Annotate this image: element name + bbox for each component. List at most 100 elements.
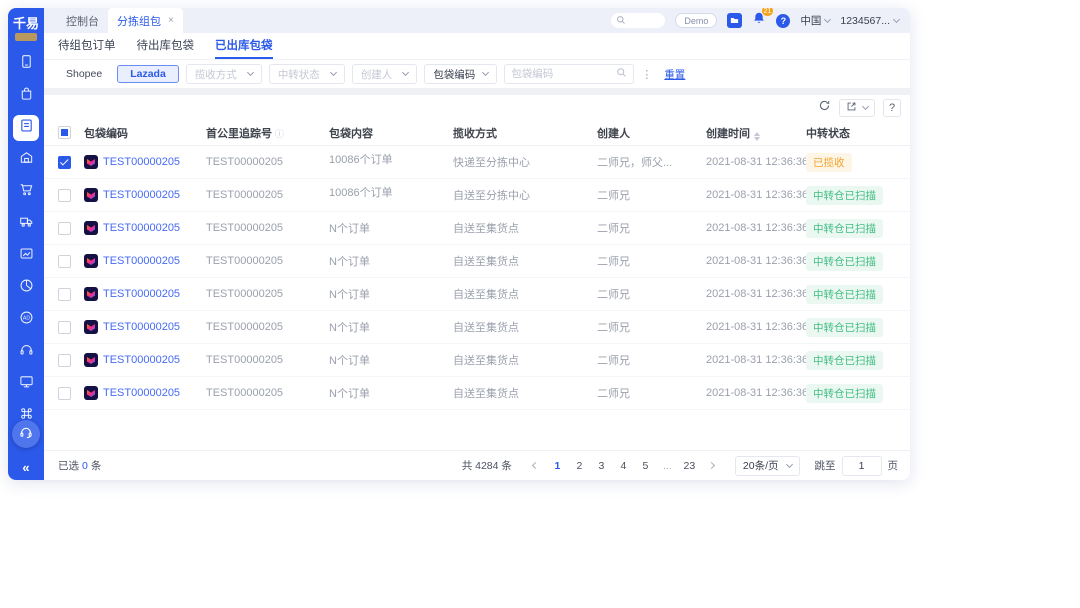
sidebar-item-label[interactable] [13, 243, 39, 269]
table-row[interactable]: TEST00000205 TEST00000205 10086个订单 自送至分拣… [44, 179, 910, 212]
table-row[interactable]: TEST00000205 TEST00000205 N个订单 自送至集货点 二师… [44, 377, 910, 410]
sort-icon[interactable] [754, 131, 760, 141]
row-checkbox[interactable] [58, 353, 71, 367]
sidebar-item-logistics[interactable] [13, 211, 39, 237]
bag-code-link[interactable]: TEST00000205 [103, 189, 180, 201]
bag-code-search-input[interactable] [511, 68, 613, 80]
tab-console[interactable]: 控制台 [57, 8, 108, 33]
account-menu[interactable]: 1234567... [840, 15, 901, 27]
pagination-next[interactable] [703, 457, 720, 475]
search-icon[interactable] [616, 65, 627, 83]
search-type-select[interactable]: 包袋编码 [424, 64, 498, 84]
platform-filter-shopee[interactable]: Shopee [58, 65, 110, 83]
transit-status-select[interactable]: 中转状态 [268, 64, 345, 84]
page-button[interactable]: 3 [593, 457, 610, 475]
row-checkbox[interactable] [58, 188, 71, 202]
table-row[interactable]: TEST00000205 TEST00000205 N个订单 自送至集货点 二师… [44, 245, 910, 278]
subtab-pending-pack-orders[interactable]: 待组包订单 [58, 33, 116, 59]
notifications-button[interactable]: 21 [752, 8, 774, 30]
sidebar-item-orders[interactable] [13, 115, 39, 141]
export-button[interactable] [839, 98, 875, 117]
col-time[interactable]: 创建时间 [706, 125, 806, 141]
tracking-number: TEST00000205 [206, 321, 284, 333]
pickup-method: 自送至集货点 [453, 322, 519, 334]
table-row[interactable]: TEST00000205 TEST00000205 N个订单 自送至集货点 二师… [44, 212, 910, 245]
help-button[interactable]: ? [776, 13, 791, 28]
tab-sorting-pack[interactable]: 分拣组包 × [108, 8, 183, 33]
sidebar-item-device[interactable] [13, 51, 39, 77]
page-button[interactable]: 5 [637, 457, 654, 475]
jump-page-input[interactable] [841, 455, 882, 476]
row-checkbox[interactable] [58, 287, 71, 301]
sidebar-collapse-button[interactable]: « [22, 460, 29, 475]
table-toolbar: ? [44, 95, 910, 120]
table-help-button[interactable]: ? [883, 98, 901, 117]
close-icon[interactable]: × [168, 15, 174, 26]
jump-label: 跳至 [814, 460, 836, 472]
row-checkbox[interactable] [58, 155, 71, 169]
bag-content: N个订单 [329, 289, 370, 301]
sidebar-item-report[interactable] [13, 275, 39, 301]
chevron-left-icon [531, 461, 539, 470]
bag-code-link[interactable]: TEST00000205 [103, 156, 180, 168]
chevron-down-icon [785, 460, 793, 468]
svg-text:AD: AD [22, 316, 29, 322]
sidebar-item-cart[interactable] [13, 179, 39, 205]
platform-filter-lazada[interactable]: Lazada [117, 65, 179, 83]
creator-select[interactable]: 创建人 [351, 64, 418, 84]
bag-code-link[interactable]: TEST00000205 [103, 255, 180, 267]
bag-code-link[interactable]: TEST00000205 [103, 222, 180, 234]
page-button[interactable]: 23 [681, 457, 698, 475]
page-size-select[interactable]: 20条/页 [734, 455, 800, 476]
table-row[interactable]: TEST00000205 TEST00000205 10086个订单 快递至分拣… [44, 146, 910, 179]
pickup-method-select[interactable]: 揽收方式 [185, 64, 262, 84]
row-checkbox[interactable] [58, 254, 71, 268]
info-icon[interactable]: ⓘ [275, 129, 284, 139]
table-row[interactable]: TEST00000205 TEST00000205 N个订单 自送至集货点 二师… [44, 344, 910, 377]
pie-chart-icon [19, 278, 34, 298]
refresh-button[interactable] [818, 99, 831, 117]
page-button[interactable]: 2 [571, 457, 588, 475]
table-row[interactable]: TEST00000205 TEST00000205 N个订单 自送至集货点 二师… [44, 278, 910, 311]
sidebar-item-service[interactable] [13, 339, 39, 365]
creator: 二师兄 [597, 388, 630, 400]
reset-filters-link[interactable]: 重置 [664, 67, 685, 82]
sidebar-item-warehouse[interactable] [13, 147, 39, 173]
sidebar-item-bag[interactable] [13, 83, 39, 109]
sidebar-item-screen[interactable] [13, 371, 39, 397]
row-checkbox[interactable] [58, 221, 71, 235]
bag-code-link[interactable]: TEST00000205 [103, 288, 180, 300]
pickup-method: 自送至集货点 [453, 289, 519, 301]
chevron-right-icon [707, 461, 715, 470]
label-icon [19, 246, 34, 266]
row-checkbox[interactable] [58, 386, 71, 400]
truck-icon [19, 214, 34, 234]
page-button[interactable]: 1 [549, 457, 566, 475]
bag-code-link[interactable]: TEST00000205 [103, 321, 180, 333]
status-badge: 中转仓已扫描 [806, 251, 883, 271]
pagination-prev[interactable] [527, 457, 544, 475]
topbar-search-input[interactable] [611, 13, 666, 28]
tracking-number: TEST00000205 [206, 387, 284, 399]
support-headset-icon [19, 425, 33, 444]
jump-to-page: 跳至 页 [814, 455, 898, 476]
customer-support-button[interactable] [12, 420, 40, 448]
screen-share-icon [19, 374, 34, 394]
row-checkbox[interactable] [58, 320, 71, 334]
demo-badge[interactable]: Demo [675, 13, 718, 28]
table-header: 包袋编码 首公里追踪号 ⓘ 包袋内容 揽收方式 创建人 创建时间 中转状态 [44, 120, 910, 146]
sidebar-item-ad[interactable]: AD [13, 307, 39, 333]
bag-code-link[interactable]: TEST00000205 [103, 387, 180, 399]
subtab-pending-outbound-bags[interactable]: 待出库包袋 [137, 33, 195, 59]
region-select[interactable]: 中国 [800, 13, 832, 28]
sidebar: 千易 AD « [8, 8, 44, 480]
page-button[interactable]: 4 [615, 457, 632, 475]
bag-code-link[interactable]: TEST00000205 [103, 354, 180, 366]
select-all-checkbox[interactable] [58, 126, 71, 139]
more-filters-icon[interactable]: ⋮ [641, 68, 652, 81]
subtab-outbound-bags[interactable]: 已出库包袋 [215, 33, 273, 59]
creator: 二师兄 [597, 190, 630, 202]
workspace-button[interactable] [727, 13, 743, 28]
table-row[interactable]: TEST00000205 TEST00000205 N个订单 自送至集货点 二师… [44, 311, 910, 344]
cart-icon [19, 182, 34, 202]
